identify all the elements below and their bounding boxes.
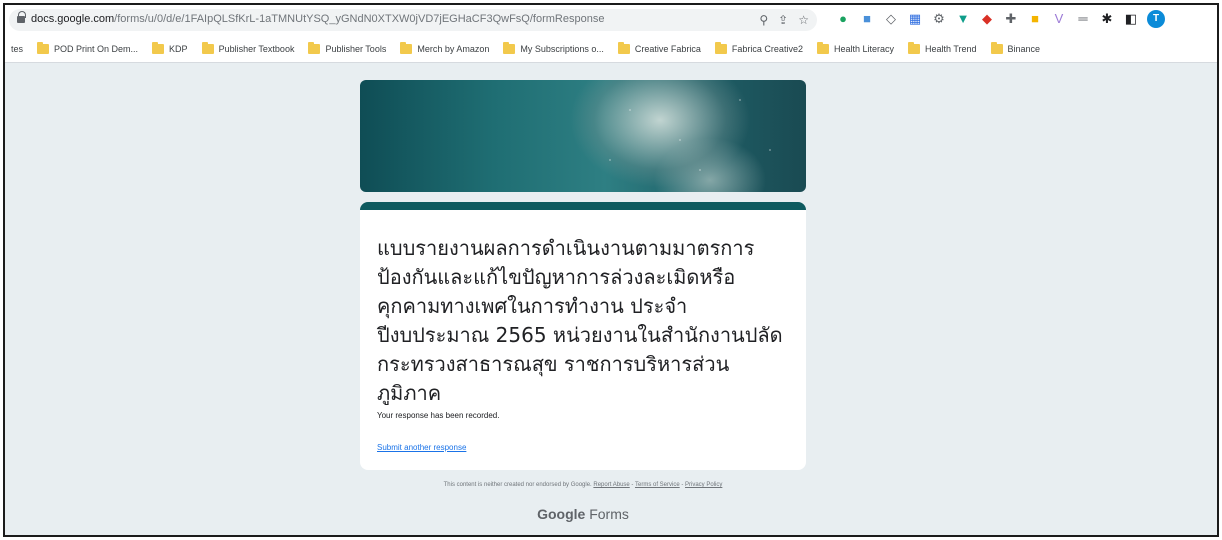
bookmark-item[interactable]: Binance bbox=[990, 41, 1041, 54]
disclaimer-text: This content is neither created nor endo… bbox=[443, 482, 592, 488]
form-response-page: แบบรายงานผลการดำเนินงานตามมาตรการป้องกัน… bbox=[5, 63, 1217, 535]
folder-icon bbox=[400, 41, 413, 54]
bookmark-item[interactable]: Publisher Textbook bbox=[201, 41, 295, 54]
extension-blue-icon[interactable]: ■ bbox=[859, 11, 875, 27]
bookmark-item[interactable]: My Subscriptions o... bbox=[503, 41, 604, 54]
bookmark-label: My Subscriptions o... bbox=[520, 43, 604, 54]
folder-icon bbox=[308, 41, 321, 54]
confirmation-card: แบบรายงานผลการดำเนินงานตามมาตรการป้องกัน… bbox=[360, 202, 806, 470]
extension-funnel-icon[interactable]: ▼ bbox=[955, 11, 971, 27]
folder-icon bbox=[201, 41, 214, 54]
form-title: แบบรายงานผลการดำเนินงานตามมาตรการป้องกัน… bbox=[377, 236, 783, 405]
folder-icon bbox=[617, 41, 630, 54]
bookmark-item[interactable]: Merch by Amazon bbox=[400, 41, 490, 54]
bookmark-item[interactable]: POD Print On Dem... bbox=[37, 41, 139, 54]
extensions-toolbar: ● ■ ◇ ▦ ⚙ ▼ ◆ ✚ ■ V ═ ✱ ◧ T bbox=[835, 10, 1165, 28]
lock-icon[interactable] bbox=[17, 11, 26, 24]
extensions-puzzle-icon[interactable]: ✱ bbox=[1099, 11, 1115, 27]
bookmark-label: Publisher Textbook bbox=[218, 43, 295, 54]
confirmation-message: Your response has been recorded. bbox=[377, 411, 500, 420]
brand-forms: Forms bbox=[589, 506, 629, 522]
url-host: docs.google.com bbox=[31, 13, 115, 25]
bookmark-item[interactable]: Creative Fabrica bbox=[617, 41, 701, 54]
url-path: /forms/u/0/d/e/1FAIpQLSfKrL-1aTMNUtYSQ_y… bbox=[114, 13, 605, 25]
brand-google: Google bbox=[537, 506, 586, 522]
folder-icon bbox=[37, 41, 50, 54]
privacy-policy-link[interactable]: Privacy Policy bbox=[685, 482, 722, 488]
submit-another-response-link[interactable]: Submit another response bbox=[377, 443, 466, 452]
footer-disclaimer: This content is neither created nor endo… bbox=[443, 482, 723, 488]
folder-icon bbox=[152, 41, 165, 54]
bookmark-label: Publisher Tools bbox=[325, 43, 387, 54]
report-abuse-link[interactable]: Report Abuse bbox=[593, 482, 629, 488]
extension-dash-icon[interactable]: ═ bbox=[1075, 11, 1091, 27]
folder-icon bbox=[503, 41, 516, 54]
bookmark-label: Merch by Amazon bbox=[417, 43, 490, 54]
header-image bbox=[360, 80, 806, 192]
side-panel-icon[interactable]: ◧ bbox=[1123, 11, 1139, 27]
folder-icon bbox=[990, 41, 1003, 54]
profile-avatar[interactable]: T bbox=[1147, 10, 1165, 28]
extension-colorful-icon[interactable]: ◆ bbox=[979, 11, 995, 27]
extension-v-icon[interactable]: V bbox=[1051, 11, 1067, 27]
bookmark-item[interactable]: Fabrica Creative2 bbox=[714, 41, 803, 54]
folder-icon bbox=[816, 41, 829, 54]
share-icon[interactable]: ⇪ bbox=[778, 12, 788, 28]
extension-yellow-icon[interactable]: ■ bbox=[1027, 11, 1043, 27]
extension-green-icon[interactable]: ● bbox=[835, 11, 851, 27]
bookmark-label: Health Trend bbox=[924, 43, 977, 54]
terms-of-service-link[interactable]: Terms of Service bbox=[635, 482, 680, 488]
bookmarks-bar: tes POD Print On Dem... KDP Publisher Textb… bbox=[5, 35, 1217, 63]
bookmark-item[interactable]: Publisher Tools bbox=[308, 41, 387, 54]
url-text[interactable]: docs.google.com/forms/u/0/d/e/1FAIpQLSfK… bbox=[31, 13, 604, 25]
bookmark-label: tes bbox=[11, 43, 24, 54]
bookmark-label: Fabrica Creative2 bbox=[731, 43, 803, 54]
extension-chart-icon[interactable]: ▦ bbox=[907, 11, 923, 27]
bookmark-item[interactable]: KDP bbox=[152, 41, 188, 54]
search-icon[interactable]: ⚲ bbox=[759, 12, 768, 28]
address-bar-row: docs.google.com/forms/u/0/d/e/1FAIpQLSfK… bbox=[5, 5, 1217, 35]
bookmark-item[interactable]: Health Literacy bbox=[816, 41, 894, 54]
folder-icon bbox=[907, 41, 920, 54]
folder-icon bbox=[714, 41, 727, 54]
extension-grid-icon[interactable]: ✚ bbox=[1003, 11, 1019, 27]
bookmark-label: KDP bbox=[169, 43, 188, 54]
google-forms-logo[interactable]: Google Forms bbox=[360, 506, 806, 522]
star-icon[interactable]: ☆ bbox=[798, 12, 809, 28]
extension-puzzle-icon[interactable]: ⚙ bbox=[931, 11, 947, 27]
extension-diamond-icon[interactable]: ◇ bbox=[883, 11, 899, 27]
bookmark-label: POD Print On Dem... bbox=[54, 43, 139, 54]
bookmark-label: Health Literacy bbox=[833, 43, 894, 54]
browser-window: docs.google.com/forms/u/0/d/e/1FAIpQLSfK… bbox=[3, 3, 1219, 537]
omnibox[interactable]: docs.google.com/forms/u/0/d/e/1FAIpQLSfK… bbox=[9, 9, 817, 31]
header-image-texture bbox=[360, 80, 806, 192]
bookmark-item[interactable]: tes bbox=[11, 44, 23, 54]
bookmark-label: Binance bbox=[1007, 43, 1041, 54]
bookmark-label: Creative Fabrica bbox=[634, 43, 701, 54]
omnibox-actions: ⚲ ⇪ ☆ bbox=[759, 12, 809, 28]
bookmark-item[interactable]: Health Trend bbox=[907, 41, 977, 54]
